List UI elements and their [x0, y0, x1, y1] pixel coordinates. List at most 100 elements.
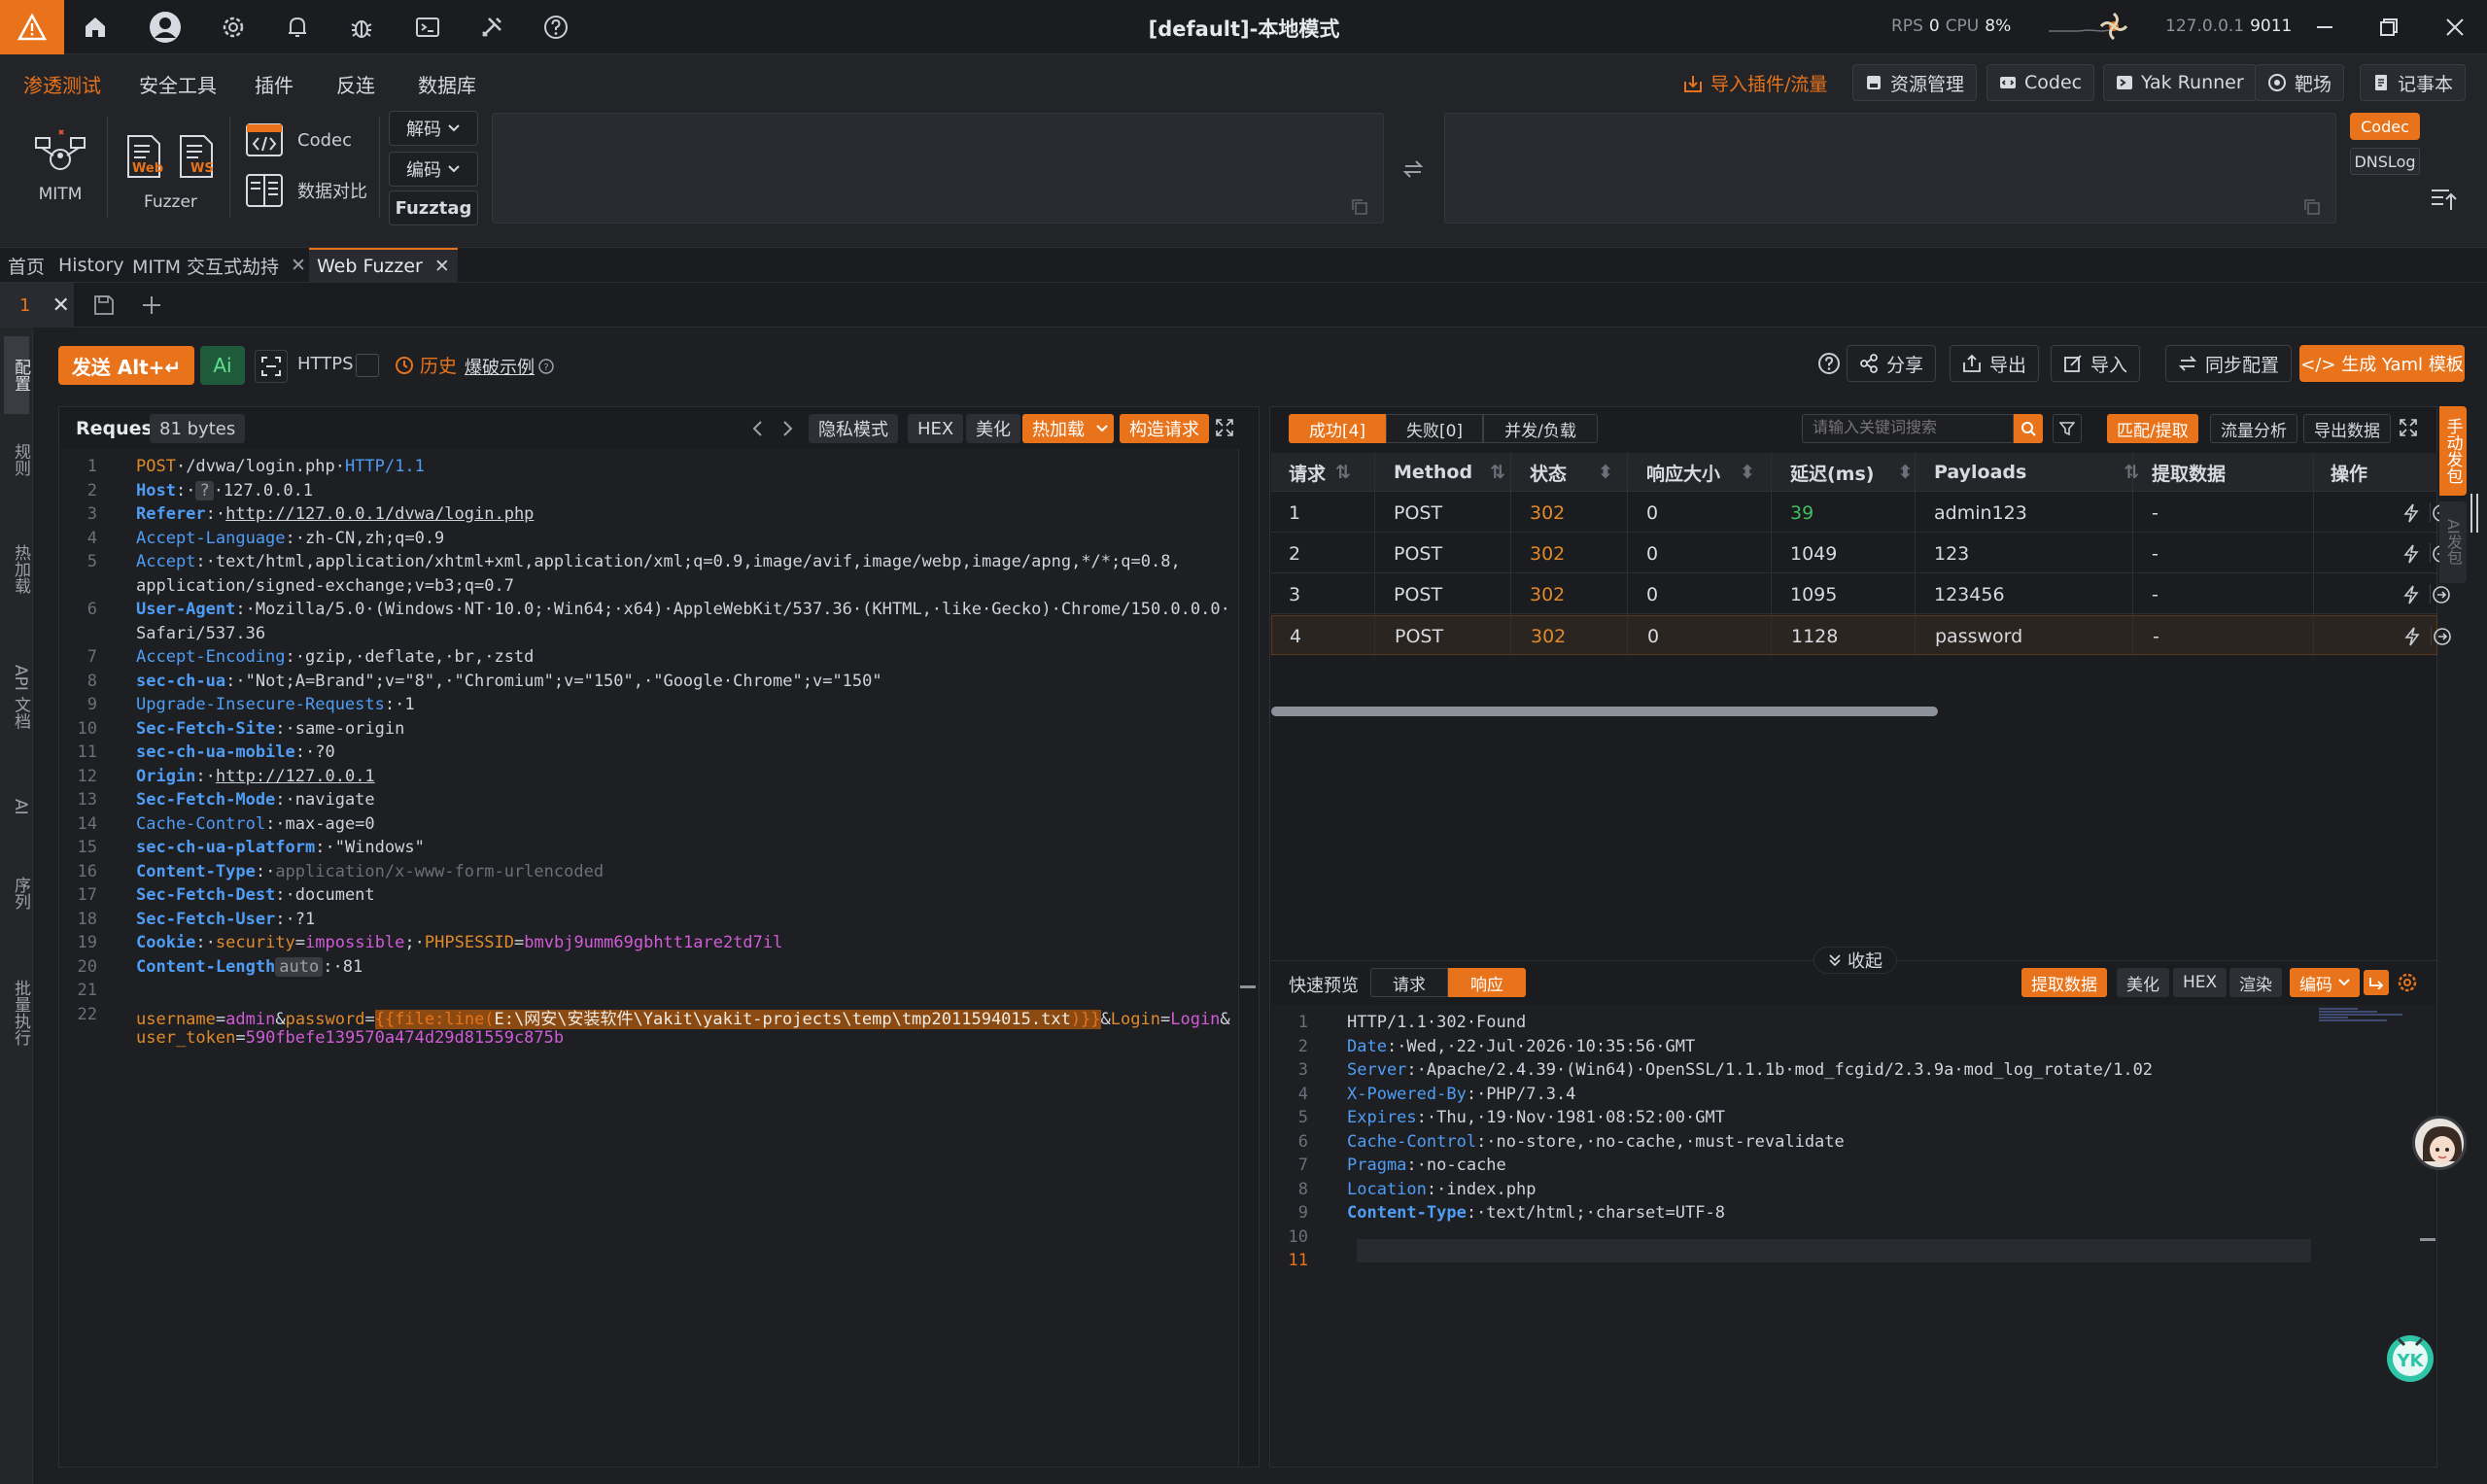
subtab-1[interactable]: 1 ✕ — [0, 283, 74, 328]
col-method[interactable]: Method ⇅ — [1394, 455, 1505, 490]
wrap-icon[interactable] — [2364, 970, 2389, 995]
assistant-badge-icon[interactable]: YK — [2381, 1328, 2439, 1386]
help-icon[interactable] — [538, 10, 573, 45]
response-editor[interactable]: 1 HTTP/1.1·302·Found 2 Date:·Wed,·22·Jul·20… — [1271, 1005, 2435, 1466]
user-icon[interactable] — [148, 10, 183, 45]
preview-tab-response[interactable]: 响应 — [1448, 968, 1526, 997]
hotload-button[interactable]: 热加载 — [1022, 414, 1094, 443]
close-icon[interactable]: ✕ — [434, 256, 450, 277]
help-icon[interactable] — [1817, 352, 1841, 375]
export-data-button[interactable]: 导出数据 — [2303, 414, 2391, 443]
tools-icon[interactable] — [474, 10, 509, 45]
sort-icon[interactable]: ⇅ — [1490, 462, 1505, 483]
yak-runner-button[interactable]: Yak Runner — [2103, 64, 2257, 101]
rail-hotload[interactable]: 热加载 — [4, 544, 30, 594]
table-row[interactable]: 4 POST 302 0 1128 password - — [1271, 615, 2451, 655]
traffic-analysis-button[interactable]: 流量分析 — [2210, 414, 2297, 443]
export-button[interactable]: 导出 — [1950, 345, 2040, 382]
menu-security-tools[interactable]: 安全工具 — [139, 70, 217, 98]
table-row[interactable]: 2 POST 302 0 1049 123 - — [1271, 534, 2450, 573]
lightning-icon[interactable] — [2402, 534, 2420, 573]
sort-icon[interactable]: ⇅ — [1335, 462, 1351, 483]
encode-dropdown[interactable]: 编码 — [389, 152, 478, 187]
preview-beautify-button[interactable]: 美化 — [2117, 968, 2169, 997]
tab-history[interactable]: History — [51, 248, 132, 283]
results-search-input[interactable] — [1802, 414, 2014, 443]
copy-icon[interactable] — [1351, 198, 1368, 216]
lightning-icon[interactable] — [2402, 493, 2420, 533]
swap-icon[interactable] — [1401, 157, 1425, 181]
menu-reverse[interactable]: 反连 — [336, 70, 375, 98]
copy-icon[interactable] — [2303, 198, 2321, 216]
preview-render-button[interactable]: 渲染 — [2229, 968, 2282, 997]
horizontal-scrollbar[interactable] — [1271, 707, 1938, 716]
filter-icon[interactable] — [2053, 414, 2082, 443]
target-range-button[interactable]: 靶场 — [2255, 64, 2345, 101]
collapse-panel-icon[interactable] — [2430, 187, 2457, 212]
fuzzer-web-tool[interactable]: Web — [124, 134, 165, 179]
codec-output-area[interactable] — [1444, 113, 2336, 224]
col-payloads[interactable]: Payloads⇅ — [1934, 455, 2139, 490]
warning-icon[interactable] — [0, 0, 64, 54]
scan-icon[interactable] — [255, 350, 288, 383]
dnslog-tag-button[interactable]: DNSLog — [2350, 148, 2420, 175]
import-plugin-button[interactable]: 导入插件/流量 — [1683, 70, 1827, 96]
brute-example-link[interactable]: 爆破示例 ? — [465, 354, 554, 379]
menu-database[interactable]: 数据库 — [418, 70, 476, 98]
bug-icon[interactable] — [344, 10, 379, 45]
request-code[interactable]: 1 POST·/dvwa/login.php·HTTP/1.1 2 Host:·? ·1… — [60, 449, 1238, 1466]
tab-fail[interactable]: 失败[0] — [1386, 414, 1483, 443]
col-status[interactable]: 状态 ⬍ — [1530, 455, 1613, 490]
col-delay[interactable]: 延迟(ms) ⬍ — [1790, 455, 1913, 490]
sync-config-button[interactable]: 同步配置 — [2165, 345, 2293, 382]
resource-manager-button[interactable]: 资源管理 — [1852, 64, 1978, 101]
close-window-icon[interactable] — [2437, 10, 2472, 45]
save-icon[interactable] — [93, 294, 115, 316]
tab-home[interactable]: 首页 — [0, 248, 52, 283]
next-arrow-icon[interactable] — [779, 420, 795, 437]
bell-icon[interactable] — [280, 10, 315, 45]
codec-top-button[interactable]: Codec — [1986, 64, 2095, 101]
ai-send-tab[interactable]: AI发包 — [2439, 501, 2467, 583]
import-button[interactable]: 导入 — [2051, 345, 2141, 382]
rail-batch[interactable]: 批量执行 — [4, 980, 30, 1046]
notebook-button[interactable]: 记事本 — [2360, 64, 2467, 101]
add-tab-icon[interactable] — [140, 293, 163, 317]
rail-ai[interactable]: AI — [4, 799, 30, 815]
ai-button[interactable]: Ai — [200, 346, 245, 385]
close-icon[interactable]: ✕ — [52, 293, 69, 318]
sort-icon[interactable]: ⬍ — [1897, 462, 1913, 483]
settings-icon[interactable] — [216, 10, 251, 45]
fuzztag-button[interactable]: Fuzztag — [389, 190, 478, 225]
table-row[interactable]: 3 POST 302 0 1095 123456 - — [1271, 574, 2450, 614]
codec-tag-button[interactable]: Codec — [2350, 113, 2420, 140]
tab-web-fuzzer[interactable]: Web Fuzzer ✕ — [309, 248, 458, 283]
search-button[interactable] — [2014, 414, 2043, 443]
table-row[interactable]: 1 POST 302 0 39 admin123 - — [1271, 493, 2450, 533]
minimize-icon[interactable] — [2307, 10, 2342, 45]
fullscreen-icon[interactable] — [1215, 418, 1234, 437]
beautify-button[interactable]: 美化 — [966, 414, 1020, 443]
hex-button[interactable]: HEX — [908, 414, 964, 443]
home-icon[interactable] — [78, 10, 113, 45]
terminal-icon[interactable] — [410, 10, 445, 45]
manual-send-tab[interactable]: 手动发包 — [2439, 406, 2467, 496]
fuzzer-ws-tool[interactable]: WS — [177, 134, 218, 179]
lightning-icon[interactable] — [2402, 574, 2420, 614]
rail-api-doc[interactable]: API 文档 — [4, 665, 30, 729]
menu-pentest[interactable]: 渗透测试 — [23, 70, 101, 98]
prev-arrow-icon[interactable] — [750, 420, 766, 437]
privacy-mode-button[interactable]: 隐私模式 — [809, 414, 898, 443]
codec-input-area[interactable] — [492, 113, 1384, 224]
sort-icon[interactable]: ⬍ — [1598, 462, 1613, 483]
mitm-tool[interactable]: MITM — [23, 126, 97, 214]
engine-icon[interactable] — [2099, 12, 2128, 41]
build-request-button[interactable]: 构造请求 — [1120, 414, 1209, 443]
sort-icon[interactable]: ⬍ — [1740, 462, 1755, 483]
preview-tab-request[interactable]: 请求 — [1370, 968, 1448, 997]
close-icon[interactable]: ✕ — [291, 255, 306, 276]
preview-hex-button[interactable]: HEX — [2173, 968, 2228, 997]
gear-icon[interactable] — [2397, 972, 2418, 993]
open-detail-icon[interactable] — [2433, 616, 2452, 656]
assistant-avatar[interactable] — [2412, 1116, 2467, 1170]
